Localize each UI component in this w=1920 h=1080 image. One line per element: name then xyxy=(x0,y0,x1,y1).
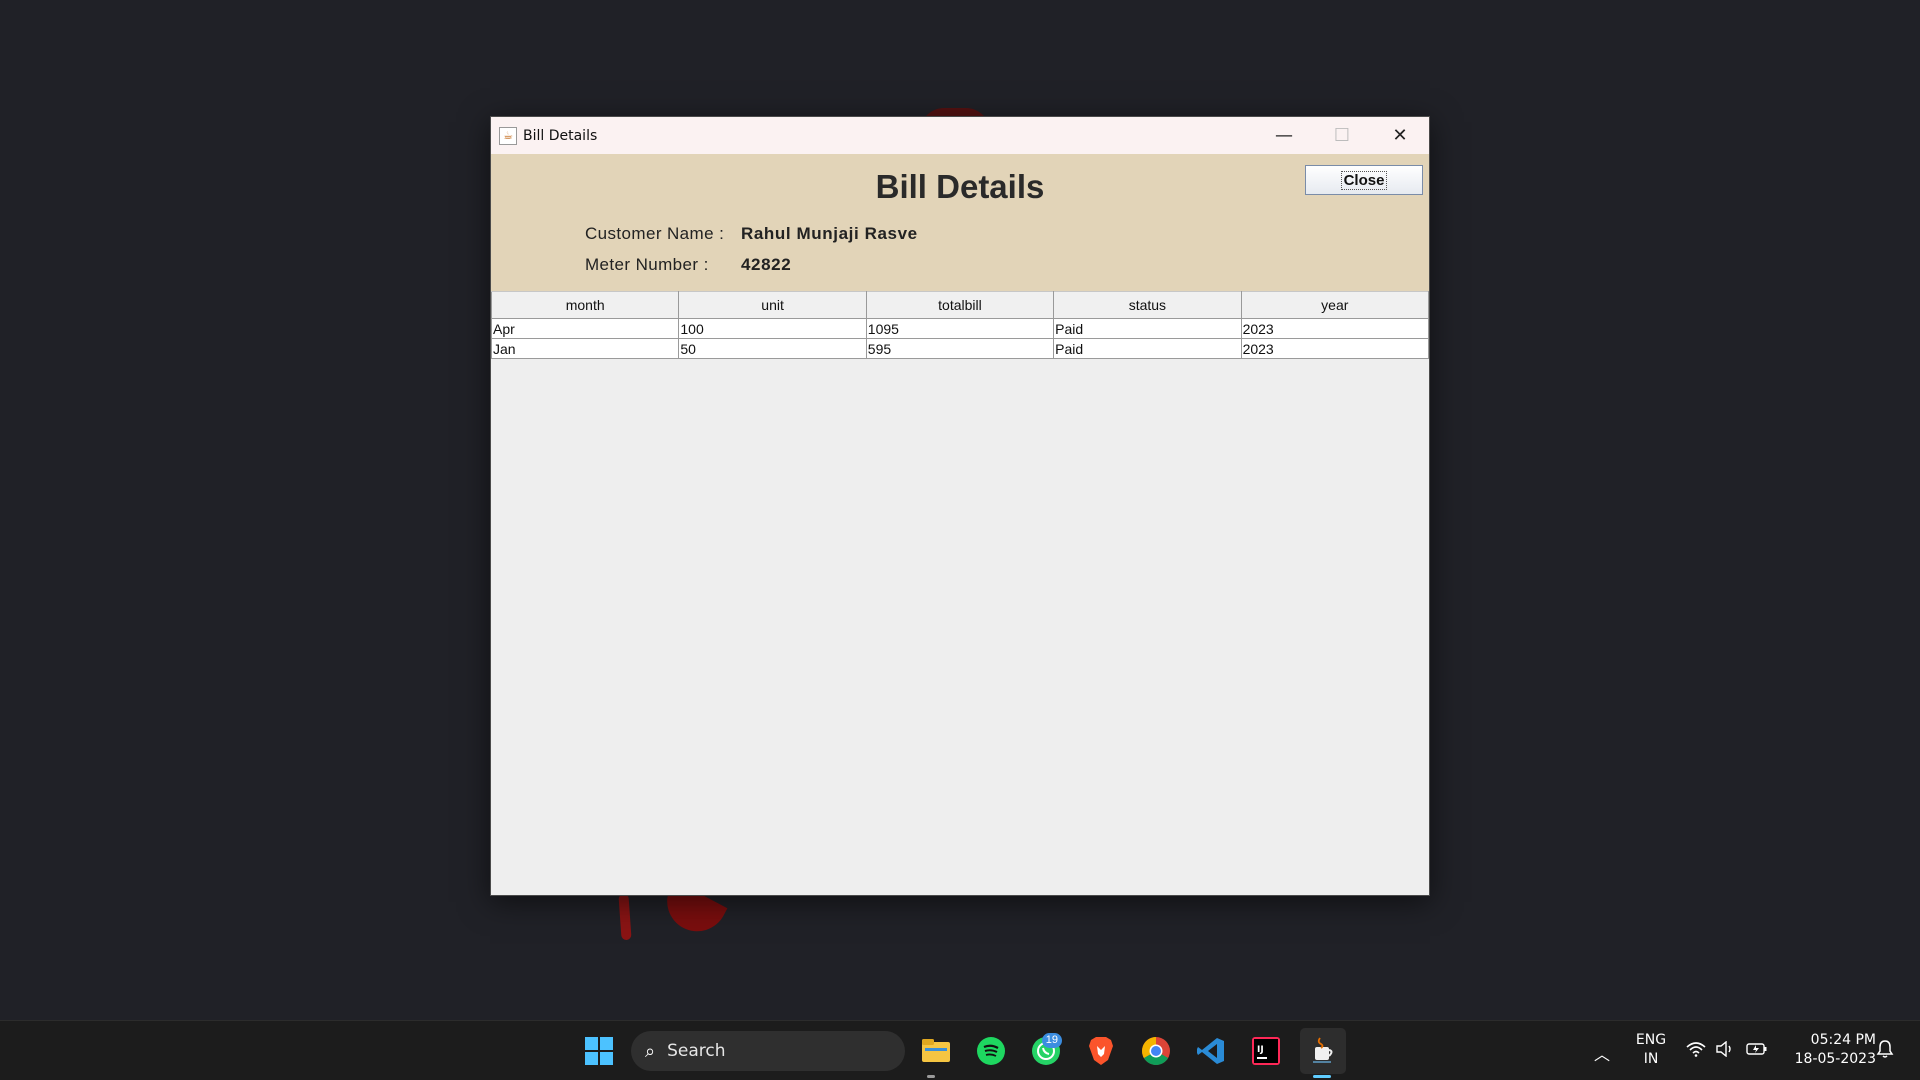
search-label: Search xyxy=(667,1041,726,1061)
bill-details-window: ☕ Bill Details — ☐ ✕ Bill Details Close … xyxy=(490,116,1430,896)
column-header-status[interactable]: status xyxy=(1053,291,1242,319)
language-code: ENG xyxy=(1635,1032,1667,1048)
java-icon[interactable] xyxy=(1300,1028,1346,1074)
table-cell[interactable]: Paid xyxy=(1053,338,1242,359)
java-app-icon: ☕ xyxy=(499,126,517,145)
wallpaper-fragment xyxy=(618,893,632,941)
brave-icon[interactable] xyxy=(1082,1032,1120,1070)
table-cell[interactable]: 2023 xyxy=(1240,318,1430,339)
bill-table: month unit totalbill status year Apr 100… xyxy=(490,291,1430,359)
wifi-icon[interactable] xyxy=(1686,1041,1706,1062)
taskbar: ⌕ Search 19 IJ ︿ ENG IN 05:24 PM 18-05-2… xyxy=(0,1020,1920,1080)
volume-icon[interactable] xyxy=(1716,1040,1734,1062)
table-cell[interactable]: 100 xyxy=(678,318,867,339)
table-header-row: month unit totalbill status year xyxy=(490,291,1430,319)
windows-start-icon[interactable] xyxy=(580,1032,618,1070)
explorer-indicator xyxy=(927,1075,935,1078)
column-header-totalbill[interactable]: totalbill xyxy=(865,291,1055,319)
bill-table-area: month unit totalbill status year Apr 100… xyxy=(490,291,1430,359)
meter-number-value: 42822 xyxy=(741,255,792,274)
table-cell[interactable]: 50 xyxy=(678,338,867,359)
intellij-icon[interactable]: IJ xyxy=(1247,1032,1285,1070)
table-cell[interactable]: 595 xyxy=(865,338,1055,359)
table-cell[interactable]: Jan xyxy=(490,338,680,359)
window-title: Bill Details xyxy=(523,127,598,144)
java-active-indicator xyxy=(1313,1075,1331,1078)
clock-time: 05:24 PM xyxy=(1810,1032,1876,1048)
language-indicator[interactable]: ENG IN xyxy=(1630,1031,1672,1069)
notification-badge: 19 xyxy=(1041,1033,1062,1048)
table-row[interactable]: Apr 100 1095 Paid 2023 xyxy=(490,318,1430,339)
maximize-button[interactable]: ☐ xyxy=(1313,117,1371,154)
file-explorer-icon[interactable] xyxy=(917,1032,955,1070)
taskbar-search[interactable]: ⌕ Search xyxy=(631,1031,905,1071)
title-bar[interactable]: ☕ Bill Details — ☐ ✕ xyxy=(491,117,1429,154)
page-title: Bill Details xyxy=(875,168,1045,205)
search-icon: ⌕ xyxy=(645,1040,656,1062)
svg-text:IJ: IJ xyxy=(1257,1045,1264,1055)
chevron-up-icon[interactable]: ︿ xyxy=(1594,1041,1610,1065)
vscode-icon[interactable] xyxy=(1192,1032,1230,1070)
meter-number-label: Meter Number : xyxy=(585,255,709,274)
table-cell[interactable]: Paid xyxy=(1053,318,1242,339)
customer-name-label: Customer Name : xyxy=(585,224,725,243)
column-header-month[interactable]: month xyxy=(490,291,680,319)
table-cell[interactable]: 2023 xyxy=(1240,338,1430,359)
chrome-icon[interactable] xyxy=(1137,1032,1175,1070)
clock[interactable]: 05:24 PM 18-05-2023 xyxy=(1780,1031,1876,1069)
whatsapp-icon[interactable]: 19 xyxy=(1027,1032,1065,1070)
table-row[interactable]: Jan 50 595 Paid 2023 xyxy=(490,338,1430,359)
column-header-unit[interactable]: unit xyxy=(678,291,867,319)
clock-date: 18-05-2023 xyxy=(1794,1051,1876,1067)
region-code: IN xyxy=(1643,1051,1659,1067)
table-cell[interactable]: Apr xyxy=(490,318,680,339)
window-close-button[interactable]: ✕ xyxy=(1371,117,1429,154)
table-cell[interactable]: 1095 xyxy=(865,318,1055,339)
close-button-label: Close xyxy=(1340,170,1388,190)
header-panel: Bill Details Close Customer Name : Rahul… xyxy=(491,154,1429,291)
close-button[interactable]: Close xyxy=(1305,165,1423,195)
spotify-icon[interactable] xyxy=(972,1032,1010,1070)
minimize-button[interactable]: — xyxy=(1255,117,1313,154)
customer-name-value: Rahul Munjaji Rasve xyxy=(741,224,918,243)
battery-icon[interactable] xyxy=(1746,1041,1768,1062)
notification-bell-icon[interactable] xyxy=(1876,1039,1894,1064)
column-header-year[interactable]: year xyxy=(1240,291,1430,319)
